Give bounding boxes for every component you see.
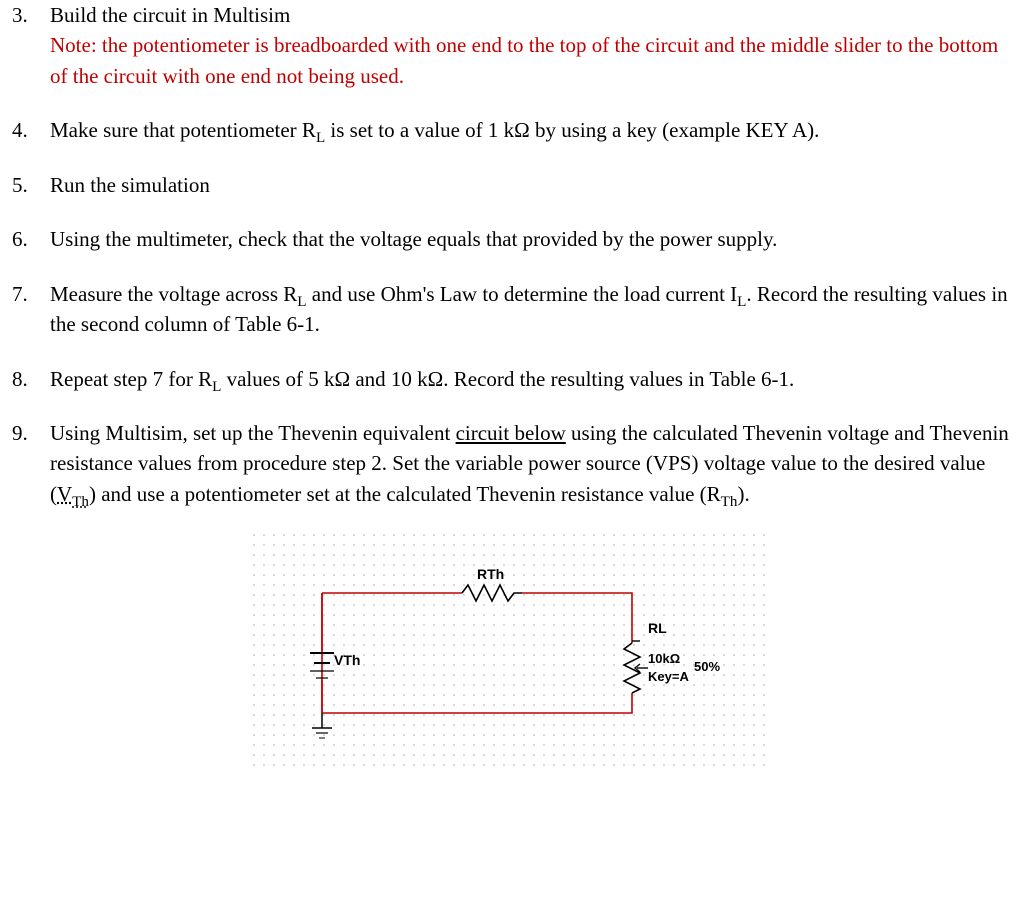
vth-label: VTh (334, 652, 360, 668)
step-number: 9. (12, 418, 50, 509)
procedure-list: 3. Build the circuit in Multisim Note: t… (12, 0, 1012, 509)
vth-sub: Th (72, 494, 89, 510)
underline-text: circuit below (456, 421, 566, 445)
step-9: 9. Using Multisim, set up the Thevenin e… (12, 418, 1012, 509)
step-text-pre: Using Multisim, set up the Thevenin equi… (50, 421, 456, 445)
step-text: Using the multimeter, check that the vol… (50, 227, 777, 251)
step-text-mid: and use Ohm's Law to determine the load … (307, 282, 738, 306)
step-body: Make sure that potentiometer RL is set t… (50, 115, 1012, 145)
subscript: L (297, 294, 306, 310)
step-text: Run the simulation (50, 173, 210, 197)
step-text-post: ). (737, 482, 749, 506)
step-3: 3. Build the circuit in Multisim Note: t… (12, 0, 1012, 91)
vth-label: V (57, 482, 72, 506)
step-text-pre: Measure the voltage across R (50, 282, 297, 306)
step-number: 7. (12, 279, 50, 340)
step-text: Build the circuit in Multisim (50, 3, 290, 27)
step-7: 7. Measure the voltage across RL and use… (12, 279, 1012, 340)
step-number: 4. (12, 115, 50, 145)
step-text-mid2: ) and use a potentiometer set at the cal… (89, 482, 721, 506)
thevenin-circuit-diagram: VTh RTh RL 10kΩ Key=A 50% (252, 533, 772, 773)
step-8: 8. Repeat step 7 for RL values of 5 kΩ a… (12, 364, 1012, 394)
step-6: 6. Using the multimeter, check that the … (12, 224, 1012, 254)
step-body: Build the circuit in Multisim Note: the … (50, 0, 1012, 91)
step-body: Using the multimeter, check that the vol… (50, 224, 1012, 254)
step-body: Measure the voltage across RL and use Oh… (50, 279, 1012, 340)
step-5: 5. Run the simulation (12, 170, 1012, 200)
pot-value: 10kΩ (648, 651, 680, 666)
step-text-post: is set to a value of 1 kΩ by using a key… (330, 118, 819, 142)
pot-key: Key=A (648, 669, 689, 684)
step-text-pre: Make sure that potentiometer R (50, 118, 316, 142)
circuit-diagram-container: VTh RTh RL 10kΩ Key=A 50% (12, 533, 1012, 773)
step-body: Using Multisim, set up the Thevenin equi… (50, 418, 1012, 509)
subscript: L (737, 294, 746, 310)
step-text-post: values of 5 kΩ and 10 kΩ. Record the res… (221, 367, 794, 391)
step-4: 4. Make sure that potentiometer RL is se… (12, 115, 1012, 145)
rth-sub: Th (721, 494, 738, 510)
step-number: 6. (12, 224, 50, 254)
step-body: Run the simulation (50, 170, 1012, 200)
rth-label: RTh (477, 566, 504, 582)
rl-label: RL (648, 620, 667, 636)
step-number: 3. (12, 0, 50, 91)
step-body: Repeat step 7 for RL values of 5 kΩ and … (50, 364, 1012, 394)
step-text-pre: Repeat step 7 for R (50, 367, 212, 391)
pot-percent: 50% (694, 659, 720, 674)
subscript: L (212, 379, 221, 395)
subscript: L (316, 131, 325, 147)
step-number: 5. (12, 170, 50, 200)
step-note: Note: the potentiometer is breadboarded … (50, 33, 998, 87)
step-number: 8. (12, 364, 50, 394)
